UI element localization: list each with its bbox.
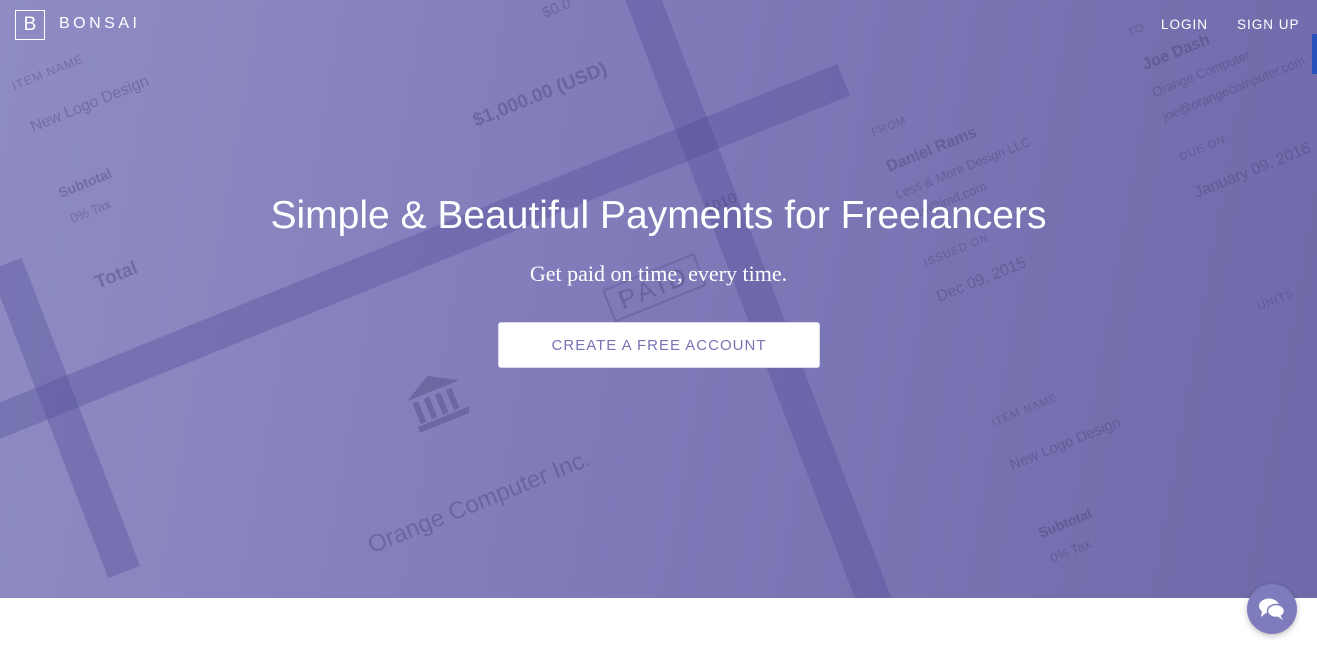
bg-item-name-label: ITEM NAME [10,51,86,93]
background-band [610,0,915,598]
logo-mark[interactable]: B [15,10,45,40]
background-invoice-illustration: ITEM NAME New Logo Design $0.0 $1,000.00… [0,0,1317,598]
bg-due-label: DUE ON [1178,133,1228,164]
brand-wordmark[interactable]: BONSAI [59,15,140,33]
hero-section: ITEM NAME New Logo Design $0.0 $1,000.00… [0,0,1317,598]
create-account-button[interactable]: CREATE A FREE ACCOUNT [498,322,820,368]
chat-bubbles-icon [1259,598,1286,620]
bg-tax-label-2: 0% Tax [1048,536,1093,566]
hero-subheadline: Get paid on time, every time. [529,261,788,286]
bg-item-name-label-2: ITEM NAME [990,391,1060,430]
bg-amount: $1,000.00 (USD) [470,58,611,132]
hero-headline: Simple & Beautiful Payments for Freelanc… [270,194,1047,237]
login-link[interactable]: LOGIN [1161,17,1208,32]
bg-item-name-2: New Logo Design [1007,413,1124,474]
bg-company: Orange Computer Inc. [364,445,595,560]
bg-to-company: Orange Computer [1150,47,1253,100]
signup-link[interactable]: SIGN UP [1237,17,1300,32]
bg-from-label: FROM [870,114,909,140]
bg-units-label: UNITS [1256,287,1296,314]
bg-to-email: joe@orangecomputer.com [1160,52,1308,124]
bg-from-name: Daniel Rams [884,124,980,176]
background-band [0,257,141,579]
bg-subtotal-label-2: Subtotal [1036,505,1094,541]
bank-building-icon [407,375,469,432]
bg-item-name: New Logo Design [28,72,152,136]
side-tab[interactable] [1312,34,1317,74]
bg-from-company: Less & More Design LLC [893,133,1033,202]
chat-button[interactable] [1247,584,1297,634]
top-nav: B BONSAI LOGIN SIGN UP [0,0,1317,50]
